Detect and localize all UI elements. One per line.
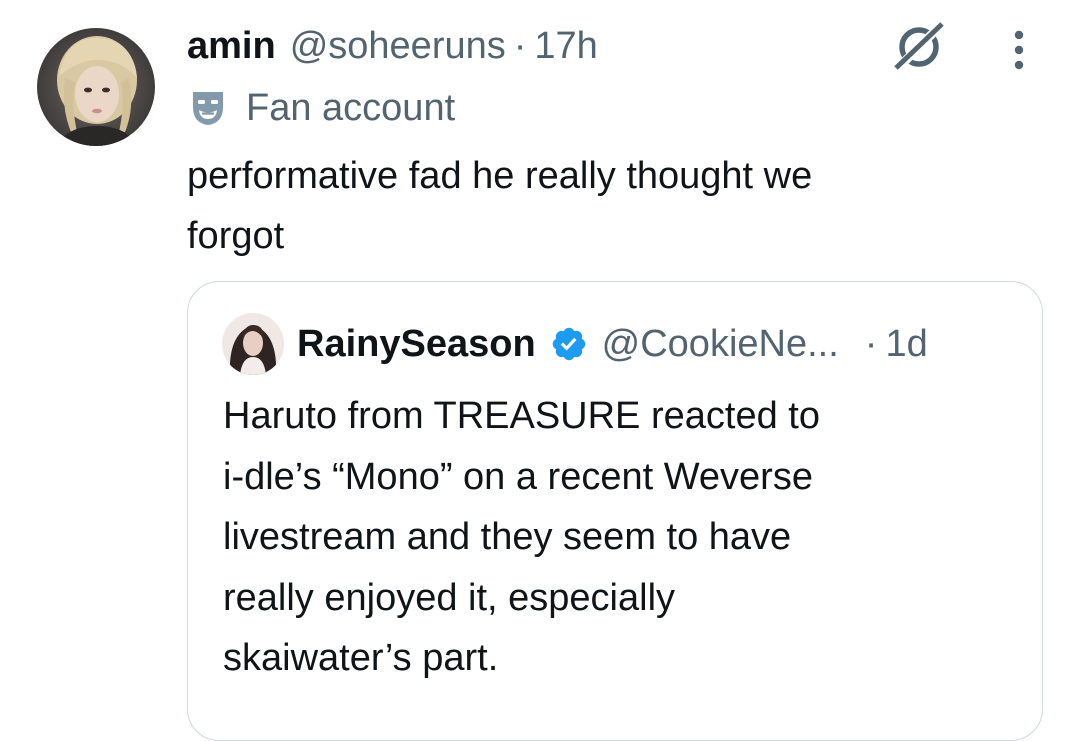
more-vertical-icon[interactable] (1004, 28, 1034, 72)
quoted-tweet-header: RainySeason @CookieNe... · 1d (297, 320, 928, 368)
quoted-author-handle[interactable]: @CookieNe... (602, 320, 839, 368)
author-handle[interactable]: @soheeruns (290, 22, 506, 70)
separator-dot: · (513, 25, 527, 67)
account-label-text: Fan account (246, 87, 456, 129)
quoted-tweet-text: Haruto from TREASURE reacted to i-dle’s … (223, 395, 820, 679)
theater-mask-icon (193, 92, 223, 125)
grok-icon[interactable] (890, 20, 948, 72)
author-name[interactable]: amin (187, 22, 276, 70)
tweet-text: performative fad he really thought we fo… (187, 155, 813, 257)
tweet-header: amin @soheeruns · 17h (187, 22, 598, 70)
quoted-tweet-timestamp[interactable]: 1d (885, 320, 927, 368)
quoted-author-name[interactable]: RainySeason (297, 320, 536, 368)
separator-dot: · (864, 323, 878, 365)
quoted-tweet-card[interactable]: RainySeason @CookieNe... · 1d Haruto fro… (187, 281, 1043, 741)
account-label[interactable]: Fan account (190, 84, 455, 132)
verified-badge-icon (552, 327, 585, 361)
tweet-timestamp[interactable]: 17h (534, 22, 597, 70)
quoted-author-avatar[interactable] (222, 313, 284, 375)
author-avatar[interactable] (37, 28, 155, 146)
